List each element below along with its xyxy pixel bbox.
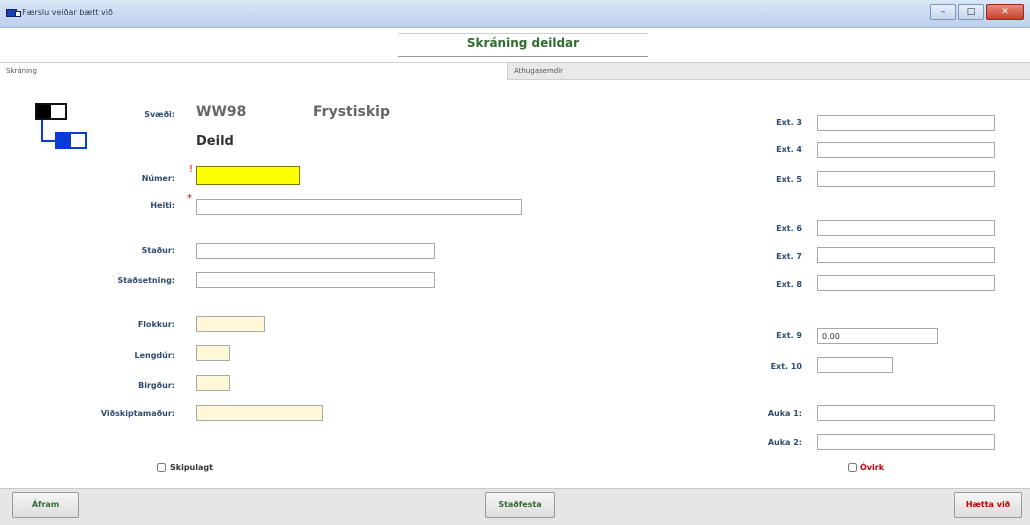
tab-skraning[interactable]: Skráning <box>0 63 508 80</box>
hierarchy-logo-icon <box>35 103 95 153</box>
heiti-field[interactable] <box>196 199 522 215</box>
tab-athugasemdir[interactable]: Athugasemdir <box>508 63 1030 80</box>
ext10-label: Ext. 10 <box>770 362 802 371</box>
ext10-field[interactable] <box>817 357 893 373</box>
required-marker: ! <box>189 164 194 175</box>
window-titlebar: Færslu veiðar bætt við – □ ✕ <box>0 0 1030 28</box>
ext4-label: Ext. 4 <box>776 145 802 154</box>
cancel-button[interactable]: Hætta við <box>954 492 1022 518</box>
ext6-field[interactable] <box>817 220 995 236</box>
ext5-field[interactable] <box>817 171 995 187</box>
auka2-field[interactable] <box>817 434 995 450</box>
vidskiptamadur-field[interactable] <box>196 405 323 421</box>
lengd-label: Lengdúr: <box>134 351 175 360</box>
ext3-label: Ext. 3 <box>776 118 802 127</box>
child-node-icon <box>55 132 87 149</box>
auka1-label: Auka 1: <box>767 409 802 418</box>
stadur-field[interactable] <box>196 243 435 259</box>
skipulagt-label: Skipulagt <box>170 463 213 472</box>
ovirk-label: Óvirk <box>860 463 885 472</box>
confirm-button[interactable]: Staðfesta <box>485 492 555 518</box>
vessel-type: Frystiskip <box>313 104 390 120</box>
ext6-label: Ext. 6 <box>776 224 802 233</box>
stadur-label: Staður: <box>141 246 175 255</box>
maximize-icon[interactable]: □ <box>958 4 984 20</box>
section-title: Deild <box>196 134 234 149</box>
flokkur-field[interactable] <box>196 316 265 332</box>
ext7-field[interactable] <box>817 247 995 263</box>
window-title: Færslu veiðar bætt við <box>22 8 113 17</box>
ext4-field[interactable] <box>817 142 995 158</box>
numer-label: Númer: <box>141 174 175 183</box>
stadsetning-field[interactable] <box>196 272 435 288</box>
parent-node-icon <box>35 103 67 120</box>
skipulagt-checkbox[interactable] <box>157 463 166 472</box>
byrgur-field[interactable] <box>196 375 230 391</box>
app-icon <box>6 9 21 17</box>
lengd-field[interactable] <box>196 345 230 361</box>
stadsetning-label: Staðsetning: <box>117 276 175 285</box>
byrgur-label: Birgður: <box>138 381 175 390</box>
vessel-label: Svæði: <box>144 110 175 119</box>
ext8-label: Ext. 8 <box>776 280 802 289</box>
ext5-label: Ext. 5 <box>776 175 802 184</box>
back-button[interactable]: Áfram <box>12 492 79 518</box>
ovirk-checkbox[interactable] <box>848 463 857 472</box>
minimize-icon[interactable]: – <box>930 4 956 20</box>
vessel-code: WW98 <box>196 104 247 120</box>
close-icon[interactable]: ✕ <box>986 4 1024 20</box>
ext8-field[interactable] <box>817 275 995 291</box>
flokkur-label: Flokkur: <box>137 320 175 329</box>
ext9-field[interactable] <box>817 328 938 344</box>
ext3-field[interactable] <box>817 115 995 131</box>
required-marker: * <box>187 193 192 204</box>
auka1-field[interactable] <box>817 405 995 421</box>
heiti-label: Heiti: <box>150 201 175 210</box>
numer-field[interactable] <box>196 166 300 185</box>
window-controls: – □ ✕ <box>930 4 1024 20</box>
tab-bar: Skráning Athugasemdir <box>0 62 1030 80</box>
ext9-label: Ext. 9 <box>776 331 802 340</box>
vidskiptamadur-label: Viðskiptamaður: <box>100 409 175 418</box>
ext7-label: Ext. 7 <box>776 252 802 261</box>
auka2-label: Auka 2: <box>767 438 802 447</box>
page-title: Skráning deildar <box>398 33 648 57</box>
